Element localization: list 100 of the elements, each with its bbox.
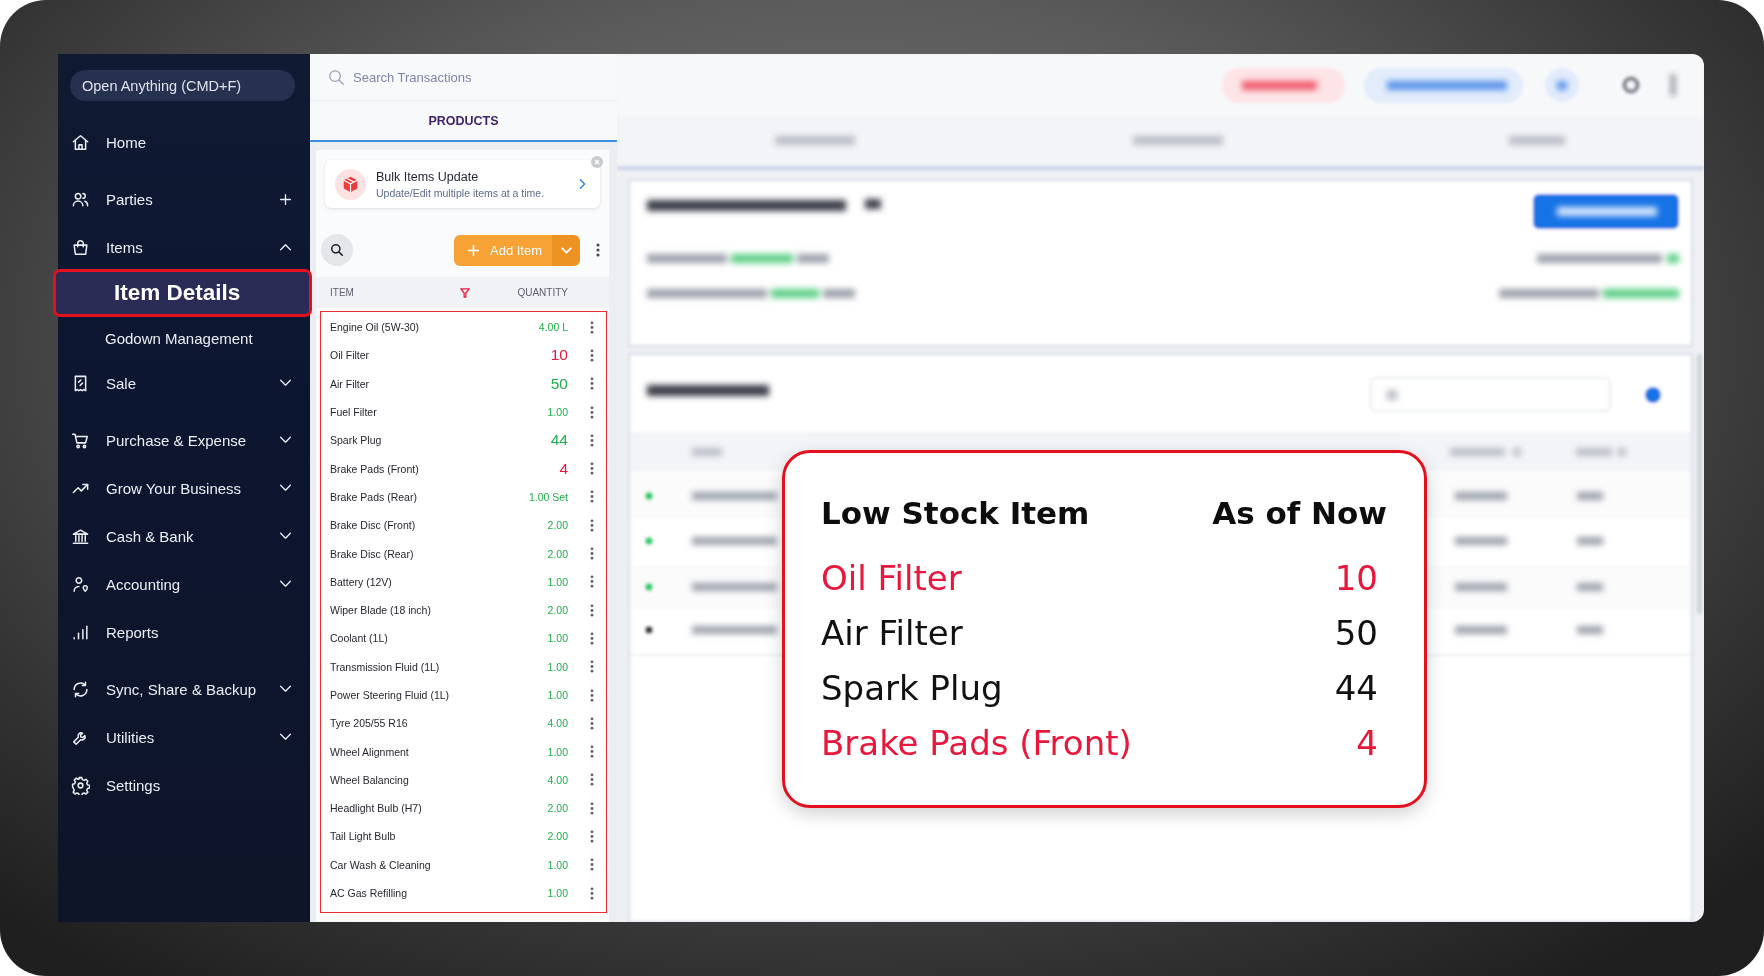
item-name[interactable]: Oil Filter — [330, 349, 537, 362]
sidebar-item[interactable]: Items — [58, 223, 310, 271]
item-name[interactable]: Transmission Fluid (1L) — [330, 660, 534, 673]
more-icon[interactable] — [590, 688, 594, 702]
more-icon[interactable] — [590, 433, 594, 447]
more-icon[interactable] — [590, 801, 594, 815]
item-name[interactable]: Headlight Bulb (H7) — [330, 802, 534, 815]
sidebar-item[interactable]: Accounting — [58, 560, 310, 608]
more-icon[interactable] — [596, 243, 600, 257]
more-icon[interactable] — [590, 716, 594, 730]
more-icon[interactable] — [590, 830, 594, 843]
chevron-up-icon[interactable] — [279, 243, 292, 251]
chevron-down-icon[interactable] — [279, 484, 292, 492]
search-icon — [328, 68, 345, 86]
column-header[interactable]: QUANTITY — [517, 287, 568, 298]
more-icon[interactable] — [590, 462, 594, 476]
more-icon[interactable] — [590, 405, 594, 419]
item-quantity: 2.00 — [547, 802, 568, 815]
more-icon[interactable] — [590, 320, 594, 334]
item-quantity: 1.00 Set — [528, 490, 568, 503]
chevron-down-icon[interactable] — [279, 733, 292, 741]
sidebar-item[interactable]: Parties — [58, 175, 310, 223]
column-header[interactable]: ITEM — [330, 287, 450, 298]
more-icon[interactable] — [590, 547, 594, 560]
item-quantity: 1.00 — [547, 887, 568, 900]
popup-item-quantity: 50 — [1334, 612, 1378, 653]
item-quantity: 4 — [559, 459, 568, 478]
popup-item-name: Oil Filter — [821, 557, 962, 598]
more-icon[interactable] — [590, 603, 594, 617]
chevron-down-icon[interactable] — [279, 580, 292, 588]
item-quantity: 4.00 L — [538, 321, 568, 334]
chevron-down-icon[interactable] — [279, 379, 292, 387]
search-field[interactable]: Open Anything (CMD+F) — [70, 70, 295, 101]
chevron-right-icon[interactable] — [579, 178, 586, 190]
chevron-down-icon[interactable] — [279, 685, 292, 693]
item-name[interactable]: Tail Light Bulb — [330, 830, 534, 843]
popup-item-quantity: 10 — [1334, 557, 1378, 598]
item-name[interactable]: Tyre 205/55 R16 — [330, 717, 534, 730]
caret-down-icon — [560, 246, 572, 254]
search-icon — [330, 243, 344, 257]
popup-item-name: Brake Pads (Front) — [821, 722, 1132, 763]
sidebar-item[interactable]: Home — [58, 118, 310, 166]
item-name[interactable]: Car Wash & Cleaning — [330, 858, 534, 871]
bag-icon — [71, 237, 90, 257]
item-name[interactable]: AC Gas Refilling — [330, 887, 534, 900]
more-icon[interactable] — [590, 660, 594, 674]
chevron-down-icon[interactable] — [279, 436, 292, 444]
item-name[interactable]: Brake Pads (Front) — [330, 462, 546, 475]
filter-icon[interactable] — [460, 287, 470, 298]
bank-icon — [71, 526, 90, 546]
sidebar-item[interactable]: Sale — [58, 359, 310, 407]
item-quantity: 1.00 — [547, 858, 568, 871]
sidebar-item[interactable]: Utilities — [58, 713, 310, 761]
plus-icon[interactable] — [279, 192, 292, 206]
item-name[interactable]: Battery (12V) — [330, 575, 534, 588]
sidebar-item[interactable]: Grow Your Business — [58, 464, 310, 512]
item-name[interactable]: Coolant (1L) — [330, 632, 534, 645]
item-name[interactable]: Fuel Filter — [330, 406, 534, 419]
more-icon[interactable] — [590, 377, 594, 391]
item-name[interactable]: Brake Disc (Front) — [330, 519, 534, 532]
item-name[interactable]: Wiper Blade (18 inch) — [330, 604, 534, 617]
item-name[interactable]: Engine Oil (5W-30) — [330, 321, 525, 334]
plus-icon — [468, 244, 479, 256]
more-icon[interactable] — [590, 773, 594, 787]
sidebar-item[interactable]: Cash & Bank — [58, 512, 310, 560]
item-name[interactable]: Air Filter — [330, 377, 537, 390]
item-quantity: 2.00 — [547, 604, 568, 617]
more-icon[interactable] — [590, 631, 594, 645]
item-name[interactable]: Wheel Alignment — [330, 745, 534, 758]
sidebar-item[interactable]: Settings — [58, 761, 310, 809]
package-icon — [335, 168, 366, 200]
banner-subtitle: Update/Edit multiple items at a time. — [376, 186, 546, 199]
more-icon[interactable] — [590, 858, 594, 872]
popup-title: Low Stock Item — [821, 495, 1090, 531]
item-name[interactable]: Power Steering Fluid (1L) — [330, 689, 534, 701]
more-icon[interactable] — [590, 518, 594, 532]
sidebar-item[interactable]: Sync, Share & Backup — [58, 665, 310, 713]
item-quantity: 2.00 — [547, 547, 568, 560]
more-icon[interactable] — [590, 348, 594, 362]
popup-item-name: Air Filter — [821, 612, 963, 653]
popup-date-label: As of Now — [1212, 495, 1387, 531]
more-icon[interactable] — [590, 745, 594, 759]
item-quantity: 1.00 — [547, 406, 568, 419]
item-name[interactable]: Brake Pads (Rear) — [330, 490, 515, 503]
chevron-down-icon[interactable] — [279, 532, 292, 540]
item-name[interactable]: Spark Plug — [330, 434, 537, 447]
sidebar-item[interactable]: Reports — [58, 608, 310, 656]
item-quantity: 2.00 — [547, 519, 568, 532]
more-icon[interactable] — [590, 575, 594, 589]
cart-icon — [71, 430, 90, 450]
more-icon[interactable] — [590, 886, 594, 900]
sidebar-subitem[interactable]: Item Details — [53, 269, 312, 317]
item-name[interactable]: Brake Disc (Rear) — [330, 547, 534, 560]
sidebar-item[interactable]: Purchase & Expense — [58, 416, 310, 464]
item-quantity: 2.00 — [547, 830, 568, 843]
search-button[interactable] — [321, 234, 353, 266]
popup-item-name: Spark Plug — [821, 667, 1003, 708]
more-icon[interactable] — [590, 490, 594, 504]
sidebar-subitem[interactable]: Godown Management — [58, 317, 310, 359]
item-name[interactable]: Wheel Balancing — [330, 773, 534, 786]
